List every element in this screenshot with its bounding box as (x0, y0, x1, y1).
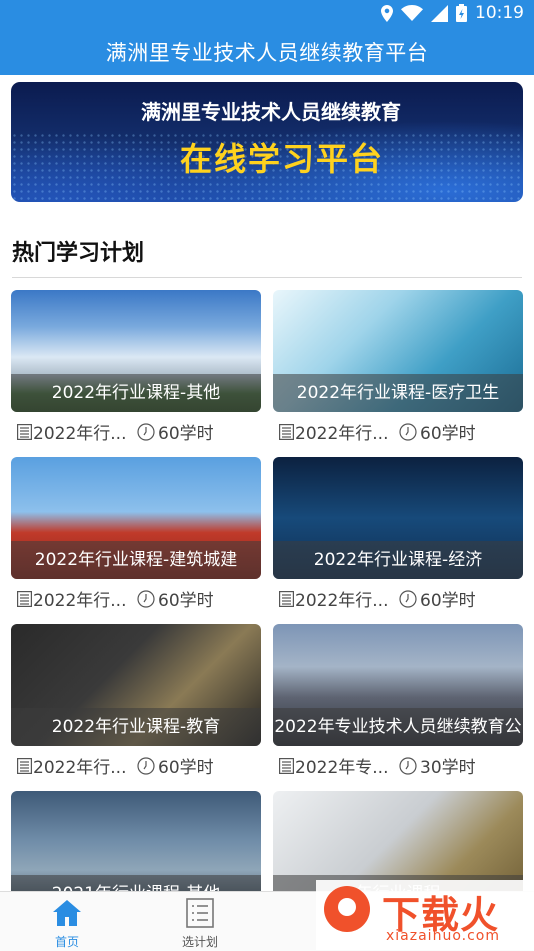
course-hours: 60学时 (158, 424, 214, 444)
list-icon (17, 757, 32, 774)
course-thumbnail: 2022年行业课程-医疗卫生 (273, 290, 523, 412)
banner-line2: 在线学习平台 (179, 140, 384, 178)
wifi-icon (401, 5, 423, 21)
signal-icon (431, 4, 448, 22)
course-card[interactable]: 2022年行业课程-经济 2022年行... 60学时 (273, 457, 523, 613)
course-caption: 2022年行业课程-医疗卫生 (273, 374, 523, 412)
course-name-short: 2022年行... (295, 424, 389, 444)
course-hours: 30学时 (420, 758, 476, 778)
course-name-short: 2022年行... (33, 758, 127, 778)
fire-logo-icon (324, 886, 370, 932)
course-card[interactable]: 2022年行业课程-医疗卫生 2022年行... 60学时 (273, 290, 523, 446)
course-meta: 2022年行... 60学时 (11, 746, 261, 780)
watermark: 下载火 xiazaihuo.com (316, 880, 534, 950)
watermark-url: xiazaihuo.com (386, 928, 500, 944)
list-icon (279, 590, 294, 607)
course-card[interactable]: 2022年专业技术人员继续教育公 2022年专... 30学时 (273, 624, 523, 780)
nav-select-plan-label: 选计划 (181, 935, 218, 949)
course-hours: 60学时 (158, 758, 214, 778)
nav-home-label: 首页 (54, 935, 79, 949)
course-hours: 60学时 (420, 591, 476, 611)
clock-icon (137, 756, 155, 775)
nav-home[interactable]: 首页 (22, 892, 112, 951)
course-meta: 2022年行... 60学时 (273, 412, 523, 446)
course-card[interactable]: 2022年行业课程-其他 2022年行... 60学时 (11, 290, 261, 446)
location-icon (381, 4, 393, 22)
app-title: 满洲里专业技术人员继续教育平台 (105, 41, 429, 65)
clock-icon (137, 422, 155, 441)
course-caption: 2022年专业技术人员继续教育公 (273, 708, 523, 746)
course-thumbnail: 2022年行业课程-其他 (11, 290, 261, 412)
course-card[interactable]: 2022年行业课程-建筑城建 2022年行... 60学时 (11, 457, 261, 613)
course-caption: 2022年行业课程-经济 (273, 541, 523, 579)
status-bar: 10:19 (0, 0, 534, 28)
section-title: 热门学习计划 (12, 241, 145, 266)
course-caption: 2022年行业课程-其他 (11, 374, 261, 412)
course-name-short: 2022年行... (295, 591, 389, 611)
nav-select-plan[interactable]: 选计划 (155, 892, 245, 951)
course-thumbnail: 2022年行业课程-教育 (11, 624, 261, 746)
course-thumbnail: 2022年专业技术人员继续教育公 (273, 624, 523, 746)
course-thumbnail: 2022年行业课程-经济 (273, 457, 523, 579)
course-name-short: 2022年行... (33, 424, 127, 444)
course-name-short: 2022年专... (295, 758, 389, 778)
course-card[interactable]: 2022年行业课程-教育 2022年行... 60学时 (11, 624, 261, 780)
course-name-short: 2022年行... (33, 591, 127, 611)
course-meta: 2022年行... 60学时 (11, 412, 261, 446)
banner[interactable]: 满洲里专业技术人员继续教育 在线学习平台 (11, 82, 523, 202)
clock-icon (137, 589, 155, 608)
app-bar: 满洲里专业技术人员继续教育平台 (0, 28, 534, 75)
status-time: 10:19 (475, 3, 524, 23)
course-caption: 2022年行业课程-教育 (11, 708, 261, 746)
battery-icon (456, 4, 467, 22)
course-meta: 2022年行... 60学时 (273, 579, 523, 613)
list-icon (17, 423, 32, 440)
course-hours: 60学时 (158, 591, 214, 611)
course-thumbnail: 2022年行业课程-建筑城建 (11, 457, 261, 579)
course-meta: 2022年行... 60学时 (11, 579, 261, 613)
list-icon (279, 757, 294, 774)
list-icon (17, 590, 32, 607)
banner-line1: 满洲里专业技术人员继续教育 (141, 100, 401, 124)
list-icon (186, 898, 214, 932)
clock-icon (399, 422, 417, 441)
clock-icon (399, 589, 417, 608)
section-divider (12, 277, 522, 278)
course-meta: 2022年专... 30学时 (273, 746, 523, 780)
clock-icon (399, 756, 417, 775)
course-caption: 2022年行业课程-建筑城建 (11, 541, 261, 579)
home-icon (52, 898, 82, 932)
list-icon (279, 423, 294, 440)
course-hours: 60学时 (420, 424, 476, 444)
